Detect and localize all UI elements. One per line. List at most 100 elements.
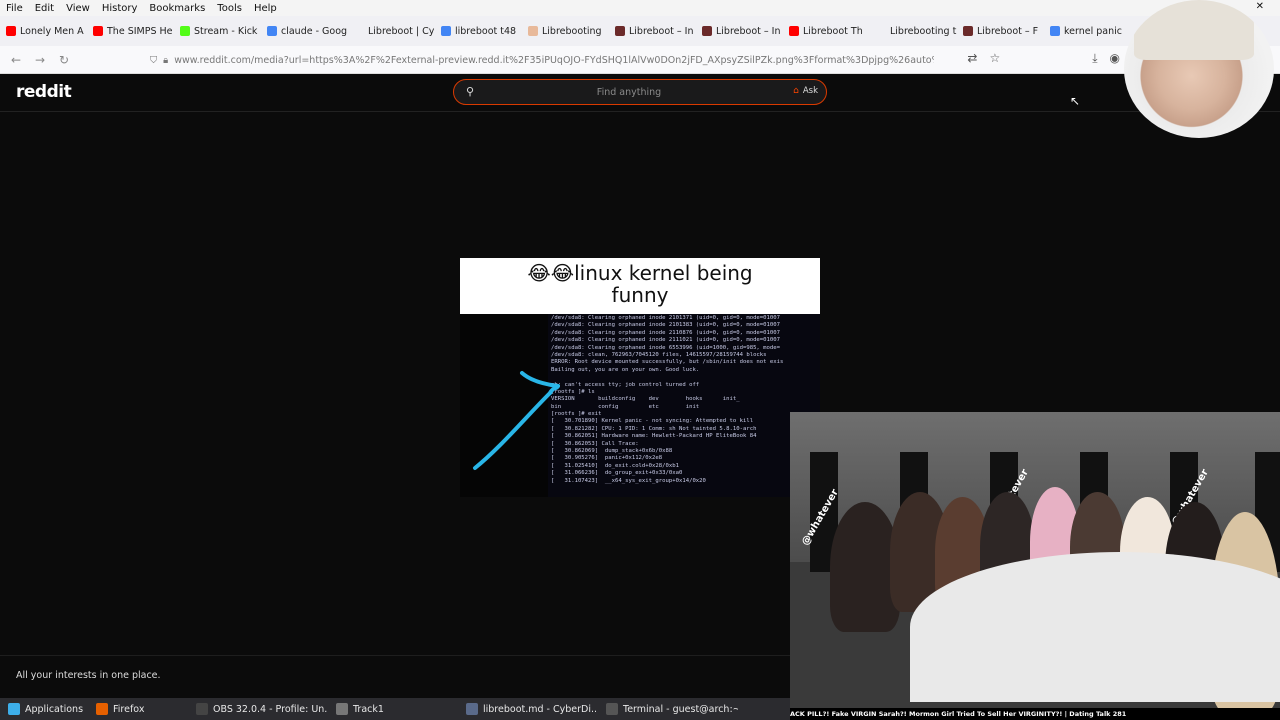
menu-tools[interactable]: Tools <box>211 3 248 14</box>
tab-favicon-icon <box>354 26 364 36</box>
tab-favicon-icon <box>180 26 190 36</box>
taskbar-item[interactable]: Track1 <box>328 698 458 720</box>
terminal-line: [ 30.905276] panic+0x112/0x2e8 <box>551 455 663 462</box>
lock-icon[interactable]: 🔒︎ <box>163 55 168 66</box>
menu-file[interactable]: File <box>0 3 29 14</box>
browser-tab[interactable]: Libreboot Th <box>783 20 870 42</box>
tab-favicon-icon <box>528 26 538 36</box>
terminal-line: [ 31.107423] __x64_sys_exit_group+0x14/0… <box>551 477 706 484</box>
menu-help[interactable]: Help <box>248 3 283 14</box>
taskbar-item-label: libreboot.md - CyberDi... <box>483 703 598 715</box>
tab-label: Libreboot | Cybe <box>368 25 435 37</box>
browser-tab[interactable]: Libreboot – F <box>957 20 1044 42</box>
search-input[interactable]: ⚲ Find anything ⌂ Ask <box>453 79 827 105</box>
tab-label: Librebooting the <box>890 25 957 37</box>
terminal-line: /dev/sda8: Clearing orphaned inode 21110… <box>551 337 781 344</box>
navigation-bar: ← → ↻ ⛉ 🔒︎ www.reddit.com/media?url=http… <box>0 46 1280 74</box>
terminal-line: [ 31.025410] do_exit.cold+0x28/0xb1 <box>551 462 679 469</box>
tab-favicon-icon <box>441 26 451 36</box>
window-close-button[interactable]: ✕ <box>1250 1 1270 12</box>
tab-favicon-icon <box>789 26 799 36</box>
taskbar-item-label: Terminal - guest@arch:~ <box>623 703 738 715</box>
terminal-line: bin config etc init <box>551 403 700 410</box>
browser-tab[interactable]: Libreboot – In <box>609 20 696 42</box>
tab-label: Libreboot – In <box>629 25 694 37</box>
taskbar-app-icon <box>196 703 208 715</box>
search-placeholder: Find anything <box>596 87 662 98</box>
bookmark-star-icon[interactable]: ☆ <box>989 51 1000 66</box>
taskbar-item[interactable]: libreboot.md - CyberDi... <box>458 698 598 720</box>
footer-divider <box>0 655 790 656</box>
tab-strip: Lonely Men A The SIMPS He Stream - Kick cla… <box>0 16 1280 46</box>
tab-favicon-icon <box>876 26 886 36</box>
url-text[interactable]: www.reddit.com/media?url=https%3A%2F%2Fe… <box>174 55 934 66</box>
terminal-line: [ 30.862051] Hardware name: Hewlett-Pack… <box>551 433 757 440</box>
terminal-line: [ 30.862053] Call Trace: <box>551 440 639 447</box>
terminal-line: /dev/sda8: Clearing orphaned inode 65539… <box>551 344 781 351</box>
taskbar-item-label: Applications <box>25 703 84 715</box>
menu-bookmarks[interactable]: Bookmarks <box>143 3 211 14</box>
ask-button[interactable]: ⌂ Ask <box>793 86 818 96</box>
browser-tab[interactable]: Libreboot | Cybe <box>348 20 435 42</box>
browser-tab[interactable]: libreboot t48 <box>435 20 522 42</box>
terminal-line: sh: can't access tty; job control turned… <box>551 381 700 388</box>
taskbar-item[interactable]: Terminal - guest@arch:~ <box>598 698 738 720</box>
nav-right-icons: ⇄ ☆ ⤓ ◉ <box>967 51 1120 66</box>
taskbar-app-icon <box>96 703 108 715</box>
ask-icon: ⌂ <box>793 86 799 96</box>
menu-bar: File Edit View History Bookmarks Tools H… <box>0 0 1280 16</box>
terminal-line: [ 30.701890] Kernel panic - not syncing:… <box>551 418 754 425</box>
tab-favicon-icon <box>267 26 277 36</box>
menu-history[interactable]: History <box>96 3 144 14</box>
tab-label: Lonely Men A <box>20 25 84 37</box>
terminal-line: [rootfs ]# ls <box>551 388 595 395</box>
terminal-line: [ 30.821282] CPU: 1 PID: 1 Comm: sh Not … <box>551 425 757 432</box>
browser-tab[interactable]: Libreboot – In <box>696 20 783 42</box>
taskbar-item[interactable]: OBS 32.0.4 - Profile: Un... <box>188 698 328 720</box>
tab-label: The SIMPS He <box>107 25 173 37</box>
meme-caption-line-2: funny <box>611 283 669 307</box>
meme-caption-line-1: 😂😂linux kernel being <box>527 261 753 285</box>
taskbar-app-icon <box>466 703 478 715</box>
tab-label: Libreboot – F <box>977 25 1039 37</box>
terminal-screenshot: /dev/sda8: Clearing orphaned inode 21013… <box>548 314 820 497</box>
back-icon[interactable]: ← <box>4 53 28 67</box>
browser-tab[interactable]: kernel panic <box>1044 20 1131 42</box>
download-icon[interactable]: ⤓ <box>1092 51 1097 66</box>
translate-icon[interactable]: ⇄ <box>967 51 977 66</box>
browser-tab[interactable]: Lonely Men A <box>0 20 87 42</box>
browser-tab[interactable]: Librebooting <box>522 20 609 42</box>
reload-icon[interactable]: ↻ <box>52 53 76 67</box>
tab-favicon-icon <box>1050 26 1060 36</box>
tab-favicon-icon <box>702 26 712 36</box>
terminal-line: ERROR: Root device mounted successfully,… <box>551 359 784 366</box>
taskbar-app-icon <box>606 703 618 715</box>
meme-image[interactable]: 😂😂linux kernel being funny /dev/sda8: Cl… <box>460 258 820 497</box>
shield-icon[interactable]: ⛉ <box>150 55 157 66</box>
forward-icon[interactable]: → <box>28 53 52 67</box>
url-bar[interactable]: ⛉ 🔒︎ www.reddit.com/media?url=https%3A%2… <box>150 50 1000 70</box>
video-overlay[interactable]: @whatever @whatever @whatever ACK PILL?!… <box>790 412 1280 720</box>
tab-favicon-icon <box>963 26 973 36</box>
browser-tab[interactable]: Stream - Kick <box>174 20 261 42</box>
mouse-cursor-icon: ↖ <box>1070 94 1081 108</box>
browser-tab[interactable]: Librebooting the <box>870 20 957 42</box>
taskbar-item-label: Track1 <box>353 703 384 715</box>
menu-edit[interactable]: Edit <box>29 3 60 14</box>
browser-tab[interactable]: The SIMPS He <box>87 20 174 42</box>
terminal-line: [ 30.862069] dump_stack+0x6b/0x88 <box>551 448 673 455</box>
reddit-logo[interactable]: reddit <box>16 82 72 102</box>
taskbar-app-icon <box>336 703 348 715</box>
taskbar-item[interactable]: Firefox <box>88 698 188 720</box>
terminal-line: Bailing out, you are on your own. Good l… <box>551 366 700 373</box>
tab-favicon-icon <box>93 26 103 36</box>
tab-label: kernel panic <box>1064 25 1123 37</box>
taskbar-app-icon <box>8 703 20 715</box>
terminal-line: /dev/sda8: Clearing orphaned inode 21013… <box>551 322 781 329</box>
menu-view[interactable]: View <box>60 3 96 14</box>
account-icon[interactable]: ◉ <box>1110 51 1120 66</box>
taskbar-item[interactable]: Applications <box>0 698 88 720</box>
terminal-line: VERSION buildconfig dev hooks init_ <box>551 396 740 403</box>
browser-tab[interactable]: claude - Goog <box>261 20 348 42</box>
